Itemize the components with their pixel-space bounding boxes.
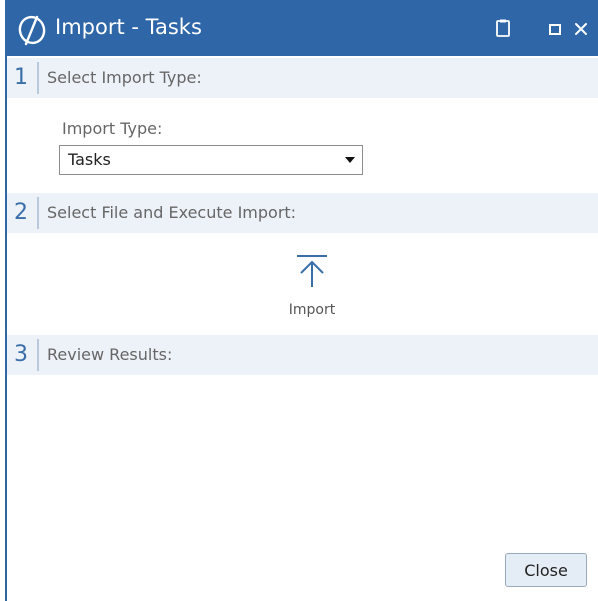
maximize-icon [549,24,561,35]
upload-arrow-icon [297,255,327,287]
import-type-select[interactable]: Tasks [59,145,363,175]
step-3-header: 3 Review Results: [7,335,598,375]
dropdown-arrow-icon [345,157,355,163]
step-number: 3 [14,342,28,367]
step-divider [37,197,39,229]
app-logo-icon [18,15,46,46]
step-number: 1 [14,65,28,90]
title-bar: Import - Tasks [7,2,598,56]
clipboard-icon [496,19,510,37]
step-title: Select Import Type: [47,68,202,87]
import-button[interactable]: Import [277,248,347,324]
step-2-header: 2 Select File and Execute Import: [7,193,598,233]
import-type-value: Tasks [68,150,111,169]
close-icon [575,23,587,35]
step-title: Select File and Execute Import: [47,203,297,222]
import-type-label: Import Type: [62,119,163,138]
clipboard-button[interactable] [488,2,518,56]
import-label: Import [288,302,336,318]
import-dialog: Import - Tasks 1 Select Import Type: Imp… [5,0,598,601]
window-title: Import - Tasks [55,15,202,39]
step-number: 2 [14,200,28,225]
step-1-header: 1 Select Import Type: [7,58,598,98]
maximize-button[interactable] [545,2,569,56]
close-button[interactable]: Close [505,553,587,587]
step-title: Review Results: [47,345,173,364]
window-close-button[interactable] [569,2,595,56]
step-divider [37,62,39,94]
step-divider [37,339,39,371]
